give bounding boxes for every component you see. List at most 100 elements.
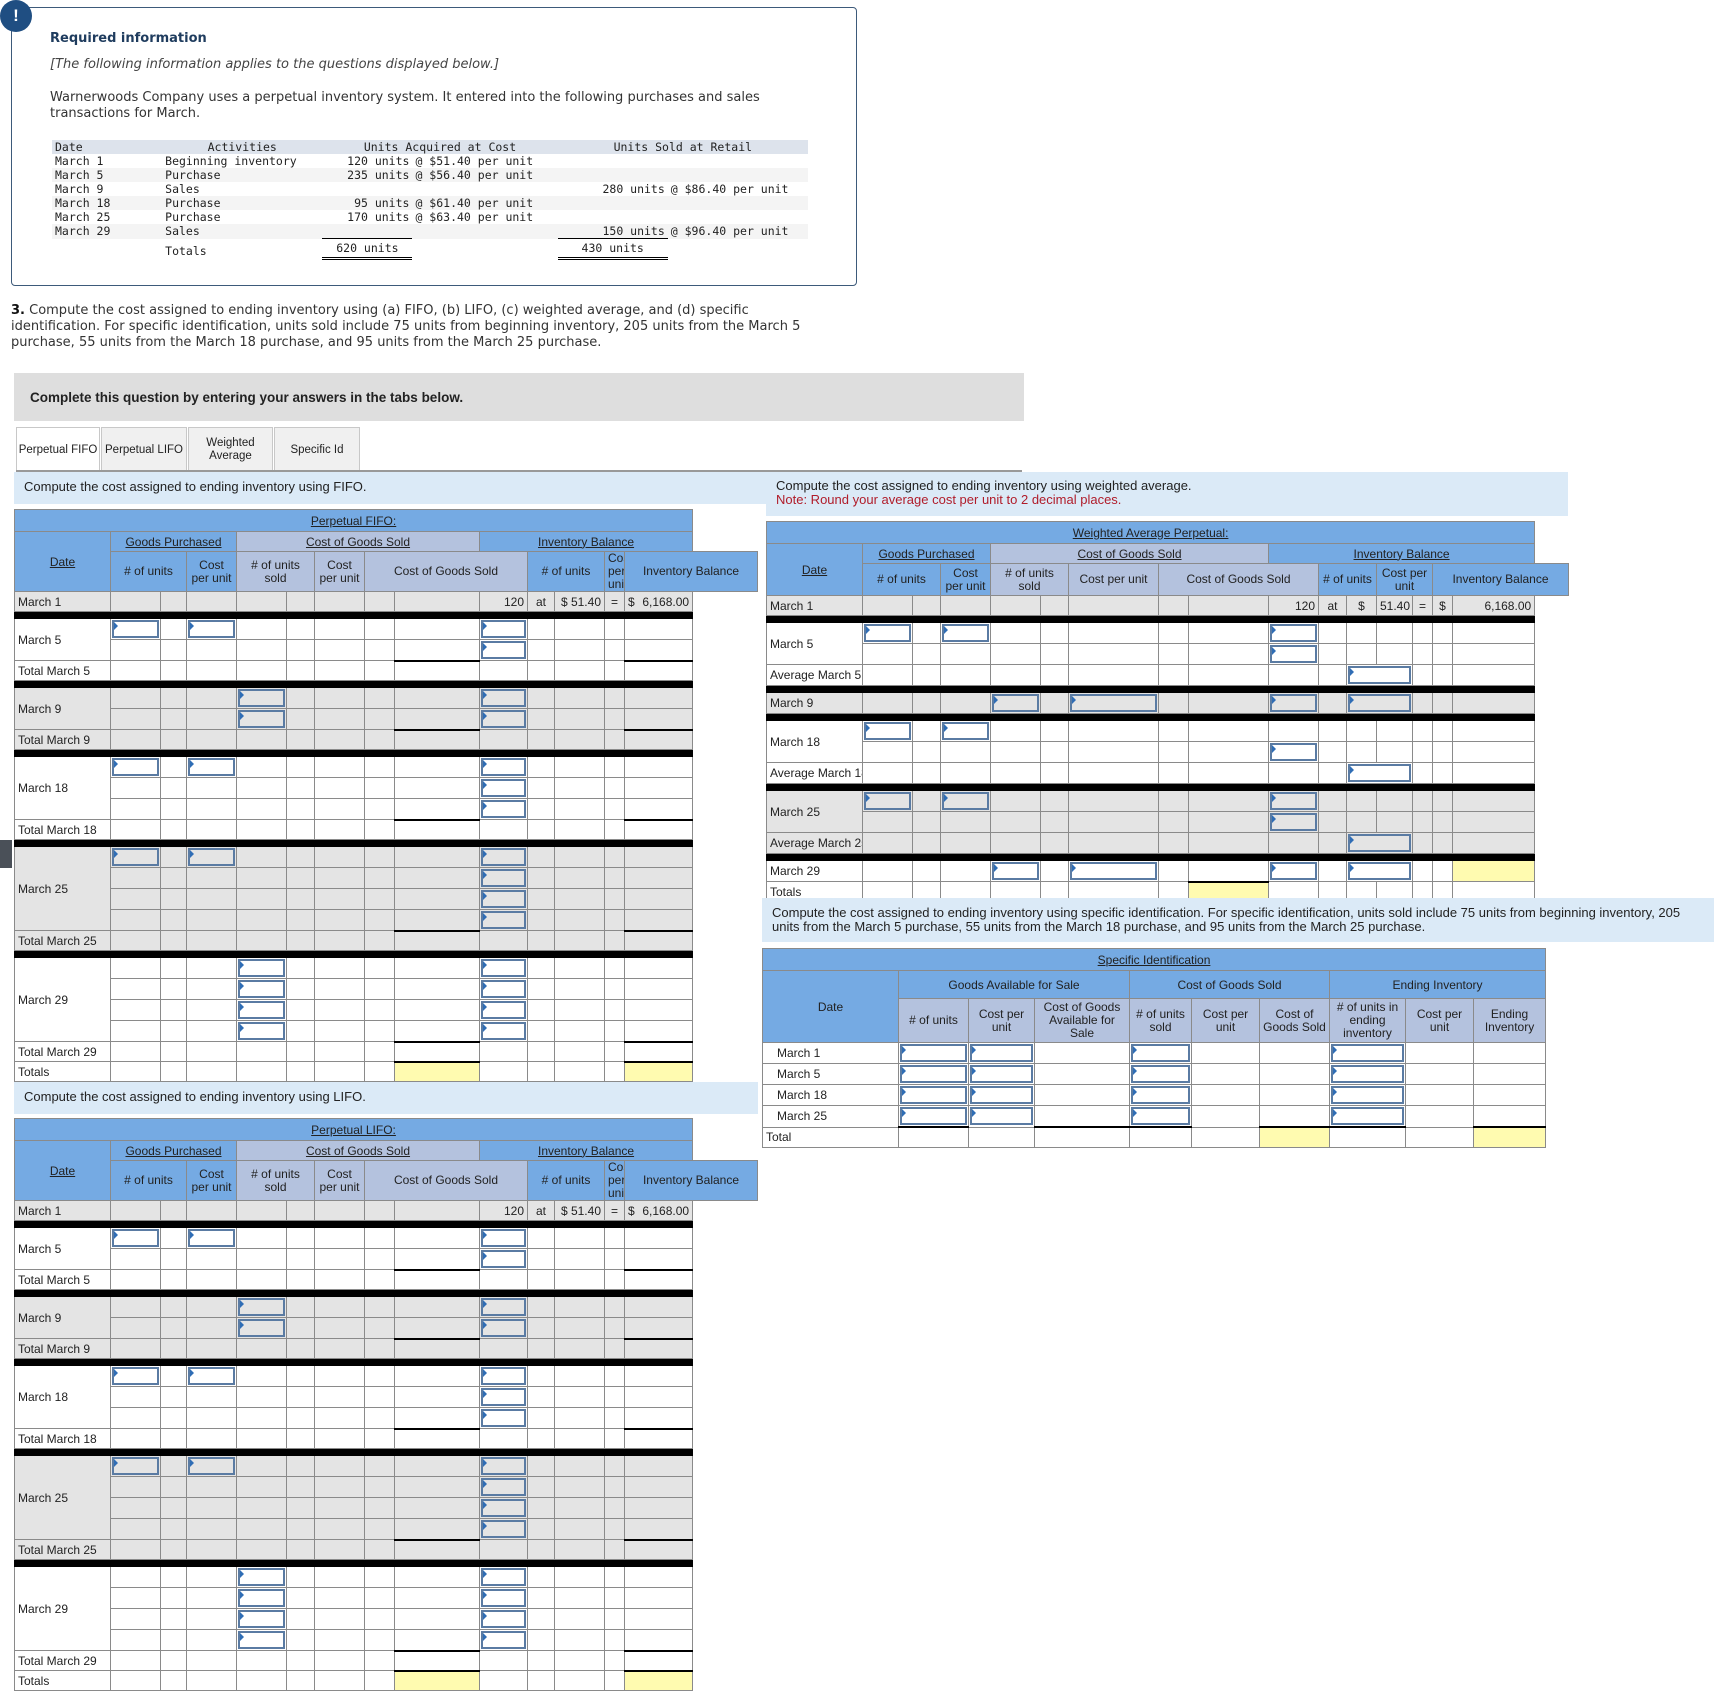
inventory-units-input-box[interactable] — [481, 779, 526, 797]
units-sold-input-box[interactable] — [238, 710, 285, 728]
inventory-units-input[interactable] — [1268, 860, 1319, 882]
inventory-units-input-box[interactable] — [481, 890, 526, 908]
purchased-units-input[interactable] — [110, 1455, 161, 1477]
purchased-units-input-box[interactable] — [112, 1367, 159, 1385]
purchased-units-input-box[interactable] — [112, 1457, 159, 1475]
available-units-input[interactable] — [898, 1042, 969, 1064]
tab-specific-id[interactable]: Specific Id — [274, 427, 360, 472]
units-sold-input[interactable] — [236, 1020, 287, 1042]
units-sold-input[interactable] — [1129, 1063, 1192, 1085]
average-cost-input-box[interactable] — [1348, 834, 1411, 852]
purchased-units-input[interactable] — [862, 720, 913, 742]
available-cost-input-box[interactable] — [970, 1086, 1033, 1104]
purchased-units-input[interactable] — [110, 846, 161, 868]
purchased-cost-input[interactable] — [186, 1455, 237, 1477]
ending-units-input[interactable] — [1329, 1063, 1406, 1085]
purchased-cost-input[interactable] — [186, 1227, 237, 1249]
available-cost-input-box[interactable] — [970, 1044, 1033, 1062]
tab-perpetual-fifo[interactable]: Perpetual FIFO — [16, 427, 100, 472]
purchased-cost-input[interactable] — [186, 846, 237, 868]
inventory-units-input[interactable] — [479, 1365, 528, 1387]
inventory-units-input-box[interactable] — [481, 620, 526, 638]
total-cogs-answer[interactable] — [394, 1060, 480, 1082]
purchased-units-input-box[interactable] — [112, 848, 159, 866]
inventory-units-input-box[interactable] — [481, 959, 526, 977]
average-cost-input-box[interactable] — [1348, 862, 1411, 880]
inventory-units-input-box[interactable] — [481, 869, 526, 887]
inventory-units-input[interactable] — [479, 1476, 528, 1498]
units-sold-input-box[interactable] — [1131, 1065, 1190, 1083]
inventory-units-input[interactable] — [479, 867, 528, 889]
ending-inventory-answer[interactable] — [623, 1669, 694, 1691]
inventory-units-input-box[interactable] — [1270, 645, 1317, 663]
inventory-units-input-box[interactable] — [1270, 624, 1317, 642]
purchased-cost-input[interactable] — [186, 756, 237, 778]
purchased-cost-input-box[interactable] — [942, 624, 989, 642]
cogs-cost-per-unit-input-box[interactable] — [1070, 862, 1157, 880]
purchased-cost-input-box[interactable] — [188, 1367, 235, 1385]
inventory-units-input-box[interactable] — [1270, 862, 1317, 880]
units-sold-input-box[interactable] — [238, 1298, 285, 1316]
inventory-units-input-box[interactable] — [481, 980, 526, 998]
average-cost-input-box[interactable] — [1348, 764, 1411, 782]
ending-units-input[interactable] — [1329, 1042, 1406, 1064]
inventory-units-input-box[interactable] — [481, 800, 526, 818]
total-cogs-answer[interactable] — [394, 1669, 480, 1691]
inventory-units-input-box[interactable] — [481, 848, 526, 866]
cogs-cost-per-unit-input[interactable] — [1068, 692, 1159, 714]
cogs-cost-per-unit-input[interactable] — [1068, 860, 1159, 882]
inventory-units-input-box[interactable] — [481, 1409, 526, 1427]
inventory-units-input[interactable] — [479, 687, 528, 709]
purchased-units-input-box[interactable] — [112, 620, 159, 638]
inventory-units-input-box[interactable] — [481, 641, 526, 659]
average-cost-input[interactable] — [1346, 692, 1413, 714]
purchased-cost-input[interactable] — [186, 618, 237, 640]
available-units-input[interactable] — [898, 1084, 969, 1106]
units-sold-input[interactable] — [990, 860, 1041, 882]
tab-perpetual-lifo[interactable]: Perpetual LIFO — [101, 427, 187, 472]
inventory-units-input-box[interactable] — [481, 1589, 526, 1607]
purchased-cost-input[interactable] — [940, 790, 991, 812]
average-cost-input[interactable] — [1346, 832, 1413, 854]
inventory-units-input[interactable] — [1268, 692, 1319, 714]
average-cost-input-box[interactable] — [1348, 694, 1411, 712]
purchased-cost-input[interactable] — [186, 1365, 237, 1387]
units-sold-input-box[interactable] — [238, 1610, 285, 1628]
units-sold-input-box[interactable] — [992, 694, 1039, 712]
units-sold-input[interactable] — [1129, 1084, 1192, 1106]
available-cost-input-box[interactable] — [970, 1065, 1033, 1083]
purchased-units-input-box[interactable] — [112, 758, 159, 776]
units-sold-input-box[interactable] — [238, 959, 285, 977]
inventory-units-input-box[interactable] — [481, 1367, 526, 1385]
inventory-units-input-box[interactable] — [481, 1229, 526, 1247]
inventory-units-input-box[interactable] — [481, 1022, 526, 1040]
available-units-input[interactable] — [898, 1105, 969, 1128]
inventory-units-input-box[interactable] — [1270, 694, 1317, 712]
inventory-units-input[interactable] — [479, 978, 528, 1000]
inventory-units-input[interactable] — [479, 618, 528, 640]
units-sold-input[interactable] — [236, 687, 287, 709]
inventory-units-input[interactable] — [479, 1497, 528, 1519]
ending-inventory-answer[interactable] — [623, 1060, 694, 1082]
purchased-cost-input[interactable] — [940, 622, 991, 644]
purchased-units-input[interactable] — [862, 622, 913, 644]
purchased-cost-input-box[interactable] — [188, 1457, 235, 1475]
inventory-units-input[interactable] — [479, 1566, 528, 1588]
inventory-units-input-box[interactable] — [1270, 743, 1317, 761]
cogs-cost-per-unit-input-box[interactable] — [1070, 694, 1157, 712]
inventory-units-input-box[interactable] — [481, 1499, 526, 1517]
purchased-units-input[interactable] — [110, 1365, 161, 1387]
inventory-units-input-box[interactable] — [1270, 813, 1317, 831]
units-sold-input-box[interactable] — [238, 1589, 285, 1607]
inventory-units-input-box[interactable] — [481, 1520, 526, 1538]
inventory-units-input[interactable] — [1268, 811, 1319, 833]
inventory-units-input-box[interactable] — [481, 1319, 526, 1337]
purchased-units-input[interactable] — [110, 618, 161, 640]
available-units-input-box[interactable] — [900, 1107, 967, 1125]
units-sold-input-box[interactable] — [992, 862, 1039, 880]
inventory-units-input[interactable] — [1268, 643, 1319, 665]
inventory-units-input[interactable] — [479, 999, 528, 1021]
inventory-units-input-box[interactable] — [1270, 792, 1317, 810]
inventory-units-input[interactable] — [479, 1248, 528, 1270]
inventory-units-input[interactable] — [479, 846, 528, 868]
